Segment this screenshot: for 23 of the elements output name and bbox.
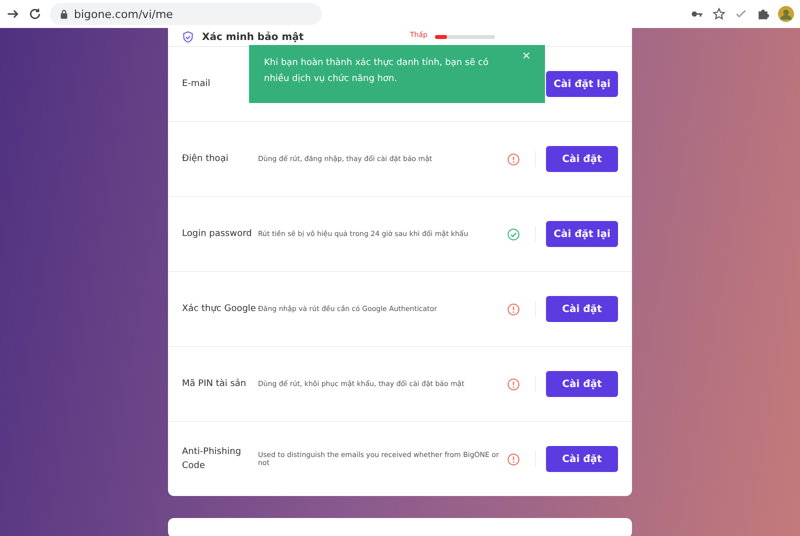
setting-label: Login password — [182, 228, 253, 241]
setting-label: Anti-Phishing Code — [182, 446, 242, 473]
setting-label: Điện thoại — [182, 152, 230, 166]
star-icon[interactable] — [712, 7, 726, 21]
toast-message: Khi bạn hoàn thành xác thực danh tính, bạn sẽ có nhiều dịch vụ chức năng hơn. — [264, 56, 490, 86]
address-bar[interactable]: bigone.com/vi/me — [50, 3, 322, 25]
url-text: bigone.com/vi/me — [74, 8, 173, 20]
avatar-icon[interactable] — [778, 6, 794, 22]
setup-button[interactable]: Cài đặt — [546, 371, 618, 397]
setup-button[interactable]: Cài đặt lại — [546, 221, 618, 247]
setup-button[interactable]: Cài đặt — [546, 296, 618, 322]
setting-label: Xác thực Google — [182, 302, 257, 316]
setting-label: Mã PIN tài sản — [182, 378, 248, 391]
setup-button[interactable]: Cài đặt lại — [546, 71, 618, 97]
section-title: Xác minh bảo mật — [202, 32, 305, 42]
reload-icon[interactable] — [28, 7, 42, 21]
setup-button[interactable]: Cài đặt — [546, 146, 618, 172]
shield-icon — [182, 31, 194, 43]
setting-label: E-mail — [182, 78, 212, 91]
forward-icon[interactable] — [6, 7, 20, 21]
puzzle-icon[interactable] — [756, 7, 770, 21]
setup-button[interactable]: Cài đặt — [546, 446, 618, 472]
lock-icon — [60, 9, 68, 19]
